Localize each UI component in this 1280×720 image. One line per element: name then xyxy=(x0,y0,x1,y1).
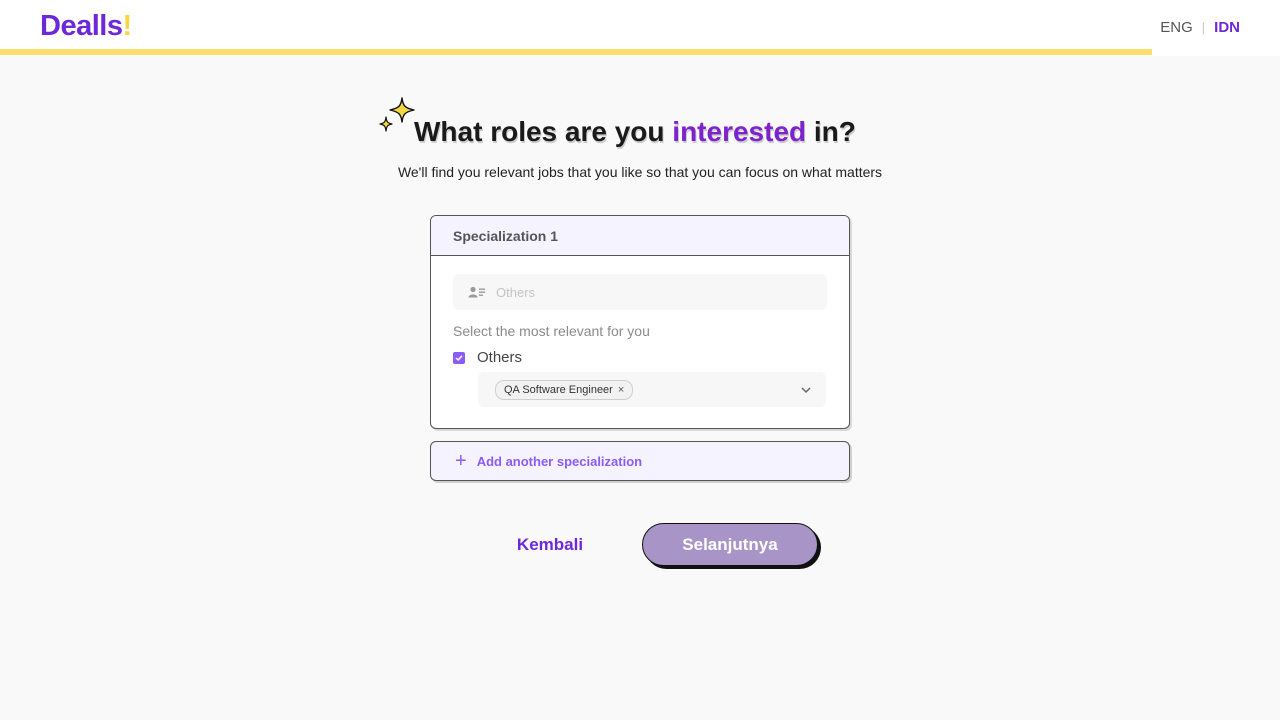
add-specialization-label: Add another specialization xyxy=(476,453,643,469)
logo-mark: ! xyxy=(122,10,132,42)
lang-separator: | xyxy=(1201,20,1206,35)
page-subtitle: We'll find you relevant jobs that you li… xyxy=(397,164,883,180)
back-button[interactable]: Kembali xyxy=(490,530,610,560)
others-checkbox[interactable] xyxy=(453,351,465,364)
lang-idn-option[interactable]: IDN xyxy=(1214,19,1240,36)
selection-hint: Select the most relevant for you xyxy=(453,323,650,339)
role-chip-label: QA Software Engineer xyxy=(504,383,613,396)
title-highlight: interested xyxy=(672,116,807,147)
progress-bar xyxy=(0,49,1280,55)
others-label: Others xyxy=(477,349,523,366)
top-header: Dealls! ENG | IDN xyxy=(0,0,1280,56)
logo-text: Dealls xyxy=(40,10,123,42)
dealls-logo[interactable]: Dealls! xyxy=(40,10,132,43)
specialization-card: Specialization 1 Select the most relevan… xyxy=(430,215,850,429)
chevron-down-icon[interactable] xyxy=(800,384,812,396)
page-title: What roles are you interested in? xyxy=(414,116,856,148)
option-others[interactable]: Others xyxy=(453,349,522,366)
user-list-icon xyxy=(468,286,485,298)
specialization-header: Specialization 1 xyxy=(431,216,849,256)
lang-eng-option[interactable]: ENG xyxy=(1160,19,1193,36)
language-switcher: ENG | IDN xyxy=(1160,19,1240,36)
progress-fill xyxy=(0,49,1152,55)
hero-title-block: What roles are you interested in? xyxy=(376,92,876,152)
add-specialization-button[interactable]: + Add another specialization xyxy=(430,441,850,481)
roles-multiselect[interactable]: QA Software Engineer × xyxy=(478,372,826,407)
remove-chip-icon[interactable]: × xyxy=(618,384,624,396)
role-chip: QA Software Engineer × xyxy=(495,379,634,400)
title-part-1: What roles are you xyxy=(414,116,673,147)
specialization-search[interactable] xyxy=(453,274,827,310)
specialization-search-input[interactable] xyxy=(494,283,798,301)
title-part-2: in? xyxy=(806,116,856,147)
next-button[interactable]: Selanjutnya xyxy=(642,523,818,566)
plus-icon: + xyxy=(455,450,467,472)
checkmark-icon xyxy=(455,354,463,361)
